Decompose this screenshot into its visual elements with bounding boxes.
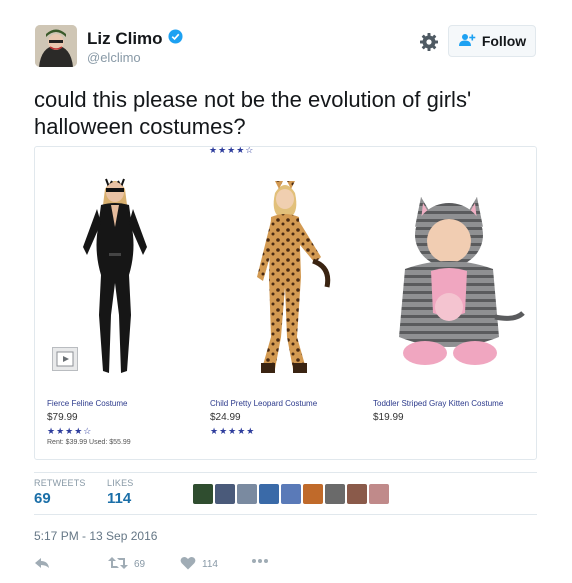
verified-badge-icon [168,29,183,49]
product-image-leopard[interactable] [235,177,333,389]
heart-icon [180,556,196,573]
liker-avatar[interactable] [215,484,235,504]
liker-avatar[interactable] [259,484,279,504]
retweet-count: 69 [134,559,146,570]
likes-label[interactable]: LIKES [107,478,134,488]
timestamp[interactable]: 5:17 PM - 13 Sep 2016 [34,529,157,543]
display-name-text[interactable]: Liz Climo [87,29,163,49]
like-count: 114 [202,559,218,570]
follow-button[interactable]: Follow [448,25,536,57]
gear-icon[interactable] [417,30,441,54]
product-image-kitten[interactable] [375,187,525,387]
divider [34,514,537,515]
divider [34,472,537,473]
liker-avatar[interactable] [369,484,389,504]
reply-icon [34,556,50,573]
product-price: $79.99 [47,412,78,423]
liker-avatar[interactable] [347,484,367,504]
tweet-text: could this please not be the evolution o… [34,87,472,139]
product-price: $19.99 [373,412,404,423]
tweet-image[interactable]: ★★★★☆ Fierce Feline Costume $79.99 ★★★★☆… [34,146,537,460]
reply-button[interactable] [34,556,50,573]
product-name[interactable]: Fierce Feline Costume [47,399,127,408]
more-dots-icon [251,556,269,567]
like-button[interactable]: 114 [180,556,218,573]
liker-avatar[interactable] [281,484,301,504]
retweets-label[interactable]: RETWEETS [34,478,86,488]
liker-avatar[interactable] [303,484,323,504]
username[interactable]: @elclimo [87,50,141,65]
product-name[interactable]: Child Pretty Leopard Costume [210,399,317,408]
product-stars: ★★★★☆ [47,426,93,436]
display-name[interactable]: Liz Climo [87,29,183,49]
product-rent-price: Rent: $39.99 Used: $55.99 [47,439,131,446]
follow-label: Follow [481,33,527,49]
follow-user-icon [458,33,476,49]
product-image-feline[interactable] [75,175,155,387]
retweet-icon [108,556,128,573]
product-stars: ★★★★★ [210,426,256,436]
likes-count[interactable]: 114 [107,490,131,507]
retweets-count[interactable]: 69 [34,490,51,507]
liker-avatar[interactable] [325,484,345,504]
video-play-icon[interactable] [52,347,78,371]
liker-avatar[interactable] [237,484,257,504]
retweet-button[interactable]: 69 [108,556,145,573]
more-button[interactable] [251,556,269,567]
product-name[interactable]: Toddler Striped Gray Kitten Costume [373,399,503,408]
liker-avatars [193,484,389,504]
avatar[interactable] [35,25,77,67]
rating-stars: ★★★★☆ [209,146,255,155]
product-price: $24.99 [210,412,241,423]
liker-avatar[interactable] [193,484,213,504]
